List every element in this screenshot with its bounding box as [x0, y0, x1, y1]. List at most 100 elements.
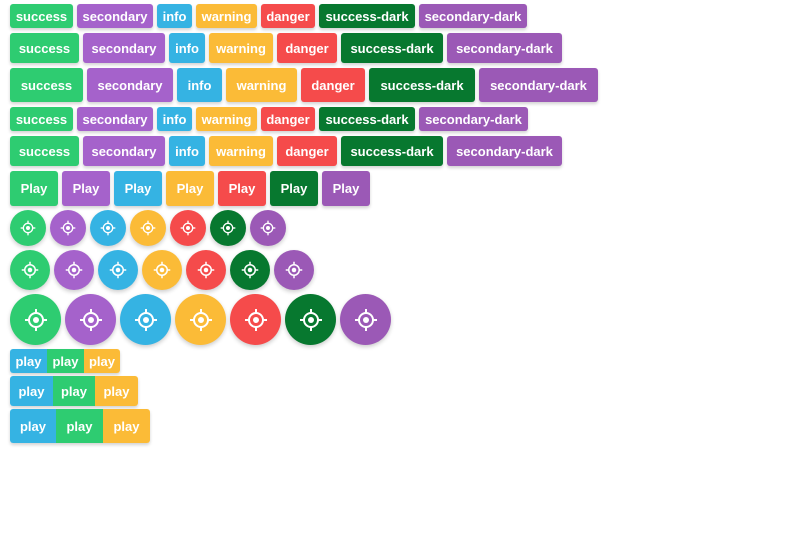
locate-icon-button-success[interactable]: [10, 294, 61, 345]
secondary-button[interactable]: secondary: [83, 33, 165, 63]
locate-icon-button-success[interactable]: [10, 210, 46, 246]
locate-icon-button-warning[interactable]: [142, 250, 182, 290]
secondary-dark-button[interactable]: secondary-dark: [447, 136, 562, 166]
play-button-success-dark[interactable]: Play: [270, 171, 318, 206]
play-button-row: Play Play Play Play Play Play Play: [10, 171, 370, 206]
success-dark-button[interactable]: success-dark: [341, 33, 443, 63]
button-group-large: play play play: [10, 409, 150, 443]
success-button[interactable]: success: [10, 4, 73, 28]
locate-icon-button-secondary[interactable]: [54, 250, 94, 290]
danger-button[interactable]: danger: [301, 68, 365, 102]
danger-button[interactable]: danger: [277, 33, 337, 63]
secondary-button[interactable]: secondary: [87, 68, 173, 102]
warning-button[interactable]: warning: [209, 33, 273, 63]
group-play-button-success[interactable]: play: [53, 376, 95, 406]
group-play-button-success[interactable]: play: [56, 409, 103, 443]
locate-icon: [100, 220, 116, 236]
locate-icon-button-success-dark[interactable]: [285, 294, 336, 345]
info-button[interactable]: info: [157, 107, 192, 131]
locate-icon-button-danger[interactable]: [230, 294, 281, 345]
button-group-small: play play play: [10, 349, 120, 373]
group-play-button-success[interactable]: play: [47, 349, 84, 373]
locate-icon: [180, 220, 196, 236]
button-row-small-2: success secondary info warning danger su…: [10, 107, 528, 131]
locate-icon-button-info[interactable]: [120, 294, 171, 345]
icon-button-row-medium: [10, 250, 314, 290]
secondary-button[interactable]: secondary: [77, 4, 153, 28]
play-button-secondary[interactable]: Play: [62, 171, 110, 206]
play-button-danger[interactable]: Play: [218, 171, 266, 206]
locate-icon-button-success[interactable]: [10, 250, 50, 290]
info-button[interactable]: info: [177, 68, 222, 102]
warning-button[interactable]: warning: [209, 136, 273, 166]
locate-icon: [24, 308, 47, 331]
secondary-button[interactable]: secondary: [83, 136, 165, 166]
button-row-small: success secondary info warning danger su…: [10, 4, 527, 28]
group-play-button-info[interactable]: play: [10, 349, 47, 373]
success-dark-button[interactable]: success-dark: [341, 136, 443, 166]
secondary-dark-button[interactable]: secondary-dark: [419, 107, 528, 131]
secondary-button[interactable]: secondary: [77, 107, 153, 131]
locate-icon-button-success-dark[interactable]: [230, 250, 270, 290]
locate-icon: [134, 308, 157, 331]
locate-icon-button-danger[interactable]: [186, 250, 226, 290]
locate-icon: [21, 261, 39, 279]
info-button[interactable]: info: [169, 33, 205, 63]
group-play-button-warning[interactable]: play: [95, 376, 138, 406]
locate-icon-button-info[interactable]: [90, 210, 126, 246]
locate-icon-button-warning[interactable]: [175, 294, 226, 345]
info-button[interactable]: info: [157, 4, 192, 28]
success-button[interactable]: success: [10, 68, 83, 102]
success-dark-button[interactable]: success-dark: [319, 107, 415, 131]
success-button[interactable]: success: [10, 136, 79, 166]
locate-icon-button-secondary-dark[interactable]: [274, 250, 314, 290]
group-play-button-warning[interactable]: play: [103, 409, 150, 443]
group-play-button-info[interactable]: play: [10, 376, 53, 406]
secondary-dark-button[interactable]: secondary-dark: [419, 4, 527, 28]
locate-icon: [140, 220, 156, 236]
button-row-medium-2: success secondary info warning danger su…: [10, 136, 562, 166]
locate-icon: [20, 220, 36, 236]
success-button[interactable]: success: [10, 33, 79, 63]
locate-icon: [299, 308, 322, 331]
locate-icon-button-secondary-dark[interactable]: [340, 294, 391, 345]
danger-button[interactable]: danger: [261, 4, 315, 28]
success-button[interactable]: success: [10, 107, 73, 131]
info-button[interactable]: info: [169, 136, 205, 166]
locate-icon: [60, 220, 76, 236]
group-play-button-warning[interactable]: play: [84, 349, 120, 373]
locate-icon: [189, 308, 212, 331]
button-row-large: success secondary info warning danger su…: [10, 68, 598, 102]
danger-button[interactable]: danger: [277, 136, 337, 166]
locate-icon: [220, 220, 236, 236]
secondary-dark-button[interactable]: secondary-dark: [479, 68, 598, 102]
play-button-warning[interactable]: Play: [166, 171, 214, 206]
locate-icon: [244, 308, 267, 331]
button-group-medium: play play play: [10, 376, 138, 406]
group-play-button-info[interactable]: play: [10, 409, 56, 443]
icon-button-row-small: [10, 210, 286, 246]
locate-icon-button-secondary[interactable]: [65, 294, 116, 345]
warning-button[interactable]: warning: [196, 4, 257, 28]
play-button-info[interactable]: Play: [114, 171, 162, 206]
success-dark-button[interactable]: success-dark: [369, 68, 475, 102]
play-button-secondary-dark[interactable]: Play: [322, 171, 370, 206]
play-button-success[interactable]: Play: [10, 171, 58, 206]
locate-icon-button-secondary-dark[interactable]: [250, 210, 286, 246]
locate-icon-button-danger[interactable]: [170, 210, 206, 246]
warning-button[interactable]: warning: [196, 107, 257, 131]
locate-icon: [153, 261, 171, 279]
locate-icon: [79, 308, 102, 331]
secondary-dark-button[interactable]: secondary-dark: [447, 33, 562, 63]
danger-button[interactable]: danger: [261, 107, 315, 131]
warning-button[interactable]: warning: [226, 68, 297, 102]
locate-icon-button-warning[interactable]: [130, 210, 166, 246]
locate-icon-button-success-dark[interactable]: [210, 210, 246, 246]
success-dark-button[interactable]: success-dark: [319, 4, 415, 28]
locate-icon: [65, 261, 83, 279]
locate-icon: [197, 261, 215, 279]
locate-icon-button-secondary[interactable]: [50, 210, 86, 246]
locate-icon: [109, 261, 127, 279]
button-row-medium: success secondary info warning danger su…: [10, 33, 562, 63]
locate-icon-button-info[interactable]: [98, 250, 138, 290]
